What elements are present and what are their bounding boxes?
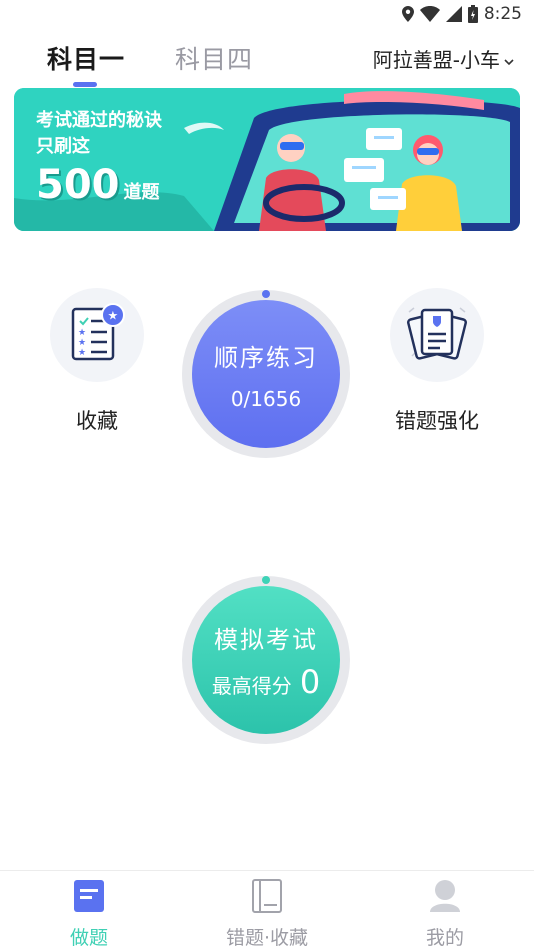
banner-text: 考试通过的秘诀 只刷这 500 道题 <box>36 108 162 208</box>
tab-subject-one[interactable]: 科目一 <box>47 40 125 76</box>
banner-line-2: 只刷这 <box>36 136 90 157</box>
practice-progress-dot <box>262 290 270 298</box>
signal-icon <box>445 6 462 22</box>
sequential-practice-button[interactable]: 顺序练习 0/1656 <box>192 300 340 448</box>
best-score-value: 0 <box>299 662 321 701</box>
banner-number: 500 <box>36 162 120 208</box>
banner-unit: 道题 <box>123 182 160 203</box>
region-vehicle-label: 阿拉善盟-小车 <box>372 48 500 72</box>
nav-practice-label: 做题 <box>69 927 108 949</box>
region-vehicle-selector[interactable]: 阿拉善盟-小车 <box>373 44 514 73</box>
status-bar: 8:25 <box>0 0 534 28</box>
banner-highlight: 500 道题 <box>36 162 162 208</box>
clock: 8:25 <box>483 4 522 24</box>
best-score-label: 最高得分 <box>211 673 292 698</box>
active-tab-indicator <box>73 82 97 87</box>
favorites-button[interactable]: ★ ★ ★ ★ <box>50 288 144 382</box>
exam-progress-dot <box>262 576 270 584</box>
mock-exam-button[interactable]: 模拟考试 最高得分 0 <box>192 586 340 734</box>
location-icon <box>401 6 414 22</box>
mock-exam-score: 最高得分 0 <box>212 663 320 701</box>
sequential-practice-title: 顺序练习 <box>214 343 318 372</box>
mock-exam-title: 模拟考试 <box>214 625 318 654</box>
banner-line-1: 考试通过的秘诀 <box>36 110 162 131</box>
svg-text:★: ★ <box>108 309 119 323</box>
nav-practice[interactable]: 做题 <box>0 871 178 950</box>
svg-text:★: ★ <box>78 338 86 348</box>
nav-profile-label: 我的 <box>425 927 464 949</box>
promo-banner[interactable]: 考试通过的秘诀 只刷这 500 道题 <box>14 88 520 231</box>
wifi-icon <box>419 6 440 22</box>
svg-text:★: ★ <box>78 328 86 338</box>
favorites-list-icon: ★ ★ ★ ★ <box>69 303 125 367</box>
practice-doc-icon <box>73 879 105 917</box>
top-nav: 科目一 科目四 阿拉善盟-小车 <box>0 28 534 88</box>
svg-text:★: ★ <box>78 348 86 358</box>
nav-profile[interactable]: 我的 <box>356 871 534 950</box>
battery-icon <box>467 5 478 23</box>
sequential-practice-progress: 0/1656 <box>230 386 302 411</box>
favorites-label: 收藏 <box>76 409 118 433</box>
book-icon <box>251 879 283 917</box>
mistake-cards-icon <box>404 302 470 368</box>
profile-icon <box>428 879 462 917</box>
tab-subject-four[interactable]: 科目四 <box>175 40 253 76</box>
bottom-nav: 做题 错题·收藏 我的 <box>0 870 534 950</box>
nav-mistakes-favorites-label: 错题·收藏 <box>225 927 309 949</box>
mistakes-button[interactable] <box>390 288 484 382</box>
nav-mistakes-favorites[interactable]: 错题·收藏 <box>178 871 356 950</box>
mistakes-label: 错题强化 <box>395 409 479 433</box>
chevron-down-icon <box>504 47 514 71</box>
